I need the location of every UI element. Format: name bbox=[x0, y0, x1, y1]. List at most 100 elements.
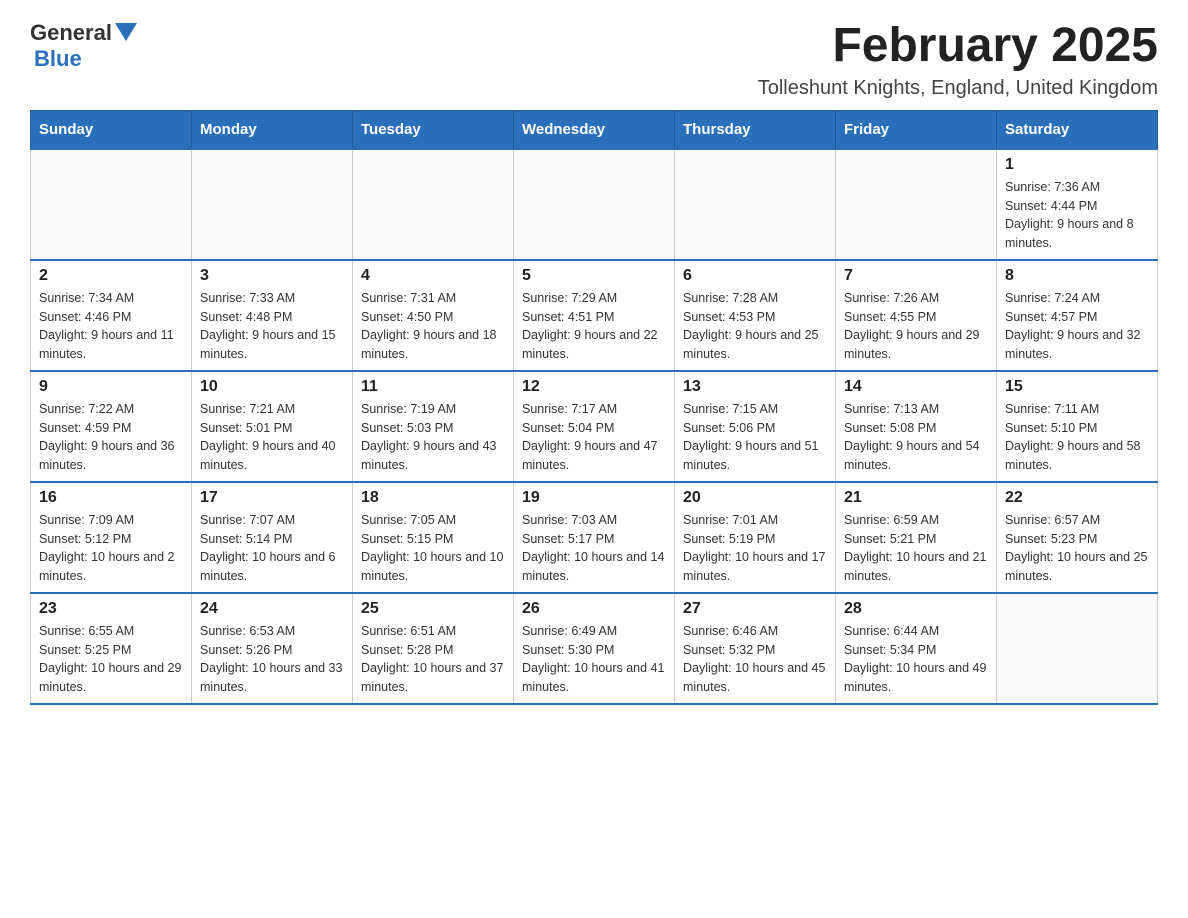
table-row: 22 Sunrise: 6:57 AMSunset: 5:23 PMDayligh… bbox=[997, 482, 1158, 593]
day-info: Sunrise: 7:21 AMSunset: 5:01 PMDaylight:… bbox=[200, 400, 344, 475]
day-info: Sunrise: 7:31 AMSunset: 4:50 PMDaylight:… bbox=[361, 289, 505, 364]
calendar-header-row: Sunday Monday Tuesday Wednesday Thursday… bbox=[31, 110, 1158, 149]
day-info: Sunrise: 6:53 AMSunset: 5:26 PMDaylight:… bbox=[200, 622, 344, 697]
title-block: February 2025 Tolleshunt Knights, Englan… bbox=[758, 20, 1158, 100]
day-info: Sunrise: 7:28 AMSunset: 4:53 PMDaylight:… bbox=[683, 289, 827, 364]
day-number: 13 bbox=[683, 378, 827, 396]
table-row: 12Sunrise: 7:17 AMSunset: 5:04 PMDayligh… bbox=[514, 371, 675, 482]
table-row: 8 Sunrise: 7:24 AMSunset: 4:57 PMDaylight… bbox=[997, 260, 1158, 371]
day-number: 28 bbox=[844, 600, 988, 618]
day-number: 4 bbox=[361, 267, 505, 285]
table-row: 24 Sunrise: 6:53 AMSunset: 5:26 PMDayligh… bbox=[192, 593, 353, 704]
day-info: Sunrise: 7:03 AMSunset: 5:17 PMDaylight:… bbox=[522, 511, 666, 586]
logo-blue: Blue bbox=[34, 46, 82, 72]
day-number: 5 bbox=[522, 267, 666, 285]
table-row bbox=[353, 149, 514, 260]
logo: General Blue bbox=[30, 20, 137, 72]
day-number: 12 bbox=[522, 378, 666, 396]
day-info: Sunrise: 7:09 AMSunset: 5:12 PMDaylight:… bbox=[39, 511, 183, 586]
calendar-week-row: 2Sunrise: 7:34 AMSunset: 4:46 PMDaylight… bbox=[31, 260, 1158, 371]
page-header: General Blue February 2025 Tolleshunt Kn… bbox=[30, 20, 1158, 100]
table-row: 26 Sunrise: 6:49 AMSunset: 5:30 PMDayligh… bbox=[514, 593, 675, 704]
day-number: 21 bbox=[844, 489, 988, 507]
table-row bbox=[675, 149, 836, 260]
day-info: Sunrise: 6:51 AMSunset: 5:28 PMDaylight:… bbox=[361, 622, 505, 697]
table-row bbox=[514, 149, 675, 260]
day-number: 9 bbox=[39, 378, 183, 396]
location: Tolleshunt Knights, England, United King… bbox=[758, 77, 1158, 100]
table-row: 11 Sunrise: 7:19 AMSunset: 5:03 PMDayligh… bbox=[353, 371, 514, 482]
table-row: 20 Sunrise: 7:01 AMSunset: 5:19 PMDayligh… bbox=[675, 482, 836, 593]
table-row bbox=[836, 149, 997, 260]
table-row: 17 Sunrise: 7:07 AMSunset: 5:14 PMDayligh… bbox=[192, 482, 353, 593]
col-saturday: Saturday bbox=[997, 110, 1158, 149]
logo-triangle-icon bbox=[115, 23, 137, 41]
day-info: Sunrise: 7:01 AMSunset: 5:19 PMDaylight:… bbox=[683, 511, 827, 586]
table-row: 2Sunrise: 7:34 AMSunset: 4:46 PMDaylight… bbox=[31, 260, 192, 371]
col-sunday: Sunday bbox=[31, 110, 192, 149]
table-row: 27 Sunrise: 6:46 AMSunset: 5:32 PMDayligh… bbox=[675, 593, 836, 704]
col-tuesday: Tuesday bbox=[353, 110, 514, 149]
day-number: 25 bbox=[361, 600, 505, 618]
calendar-table: Sunday Monday Tuesday Wednesday Thursday… bbox=[30, 110, 1158, 705]
month-title: February 2025 bbox=[758, 20, 1158, 73]
day-number: 22 bbox=[1005, 489, 1149, 507]
table-row: 19 Sunrise: 7:03 AMSunset: 5:17 PMDayligh… bbox=[514, 482, 675, 593]
day-info: Sunrise: 7:13 AMSunset: 5:08 PMDaylight:… bbox=[844, 400, 988, 475]
day-info: Sunrise: 7:19 AMSunset: 5:03 PMDaylight:… bbox=[361, 400, 505, 475]
day-number: 3 bbox=[200, 267, 344, 285]
day-info: Sunrise: 7:22 AMSunset: 4:59 PMDaylight:… bbox=[39, 400, 183, 475]
day-number: 10 bbox=[200, 378, 344, 396]
table-row: 3 Sunrise: 7:33 AMSunset: 4:48 PMDaylight… bbox=[192, 260, 353, 371]
table-row: 28 Sunrise: 6:44 AMSunset: 5:34 PMDayligh… bbox=[836, 593, 997, 704]
day-number: 6 bbox=[683, 267, 827, 285]
day-number: 8 bbox=[1005, 267, 1149, 285]
day-info: Sunrise: 7:15 AMSunset: 5:06 PMDaylight:… bbox=[683, 400, 827, 475]
table-row bbox=[192, 149, 353, 260]
day-info: Sunrise: 6:59 AMSunset: 5:21 PMDaylight:… bbox=[844, 511, 988, 586]
calendar-week-row: 1Sunrise: 7:36 AMSunset: 4:44 PMDaylight… bbox=[31, 149, 1158, 260]
table-row: 21 Sunrise: 6:59 AMSunset: 5:21 PMDayligh… bbox=[836, 482, 997, 593]
logo-general: General bbox=[30, 20, 112, 46]
day-number: 14 bbox=[844, 378, 988, 396]
calendar-week-row: 9 Sunrise: 7:22 AMSunset: 4:59 PMDaylight… bbox=[31, 371, 1158, 482]
table-row: 7Sunrise: 7:26 AMSunset: 4:55 PMDaylight… bbox=[836, 260, 997, 371]
day-info: Sunrise: 7:11 AMSunset: 5:10 PMDaylight:… bbox=[1005, 400, 1149, 475]
table-row bbox=[31, 149, 192, 260]
day-info: Sunrise: 6:46 AMSunset: 5:32 PMDaylight:… bbox=[683, 622, 827, 697]
day-info: Sunrise: 7:07 AMSunset: 5:14 PMDaylight:… bbox=[200, 511, 344, 586]
day-info: Sunrise: 7:05 AMSunset: 5:15 PMDaylight:… bbox=[361, 511, 505, 586]
day-number: 23 bbox=[39, 600, 183, 618]
day-info: Sunrise: 6:57 AMSunset: 5:23 PMDaylight:… bbox=[1005, 511, 1149, 586]
col-thursday: Thursday bbox=[675, 110, 836, 149]
day-number: 15 bbox=[1005, 378, 1149, 396]
table-row: 23 Sunrise: 6:55 AMSunset: 5:25 PMDayligh… bbox=[31, 593, 192, 704]
table-row: 25 Sunrise: 6:51 AMSunset: 5:28 PMDayligh… bbox=[353, 593, 514, 704]
day-number: 19 bbox=[522, 489, 666, 507]
table-row: 5 Sunrise: 7:29 AMSunset: 4:51 PMDaylight… bbox=[514, 260, 675, 371]
day-number: 26 bbox=[522, 600, 666, 618]
day-number: 11 bbox=[361, 378, 505, 396]
day-info: Sunrise: 6:49 AMSunset: 5:30 PMDaylight:… bbox=[522, 622, 666, 697]
day-info: Sunrise: 7:33 AMSunset: 4:48 PMDaylight:… bbox=[200, 289, 344, 364]
table-row bbox=[997, 593, 1158, 704]
day-number: 27 bbox=[683, 600, 827, 618]
day-number: 16 bbox=[39, 489, 183, 507]
table-row: 15 Sunrise: 7:11 AMSunset: 5:10 PMDayligh… bbox=[997, 371, 1158, 482]
day-number: 18 bbox=[361, 489, 505, 507]
table-row: 18 Sunrise: 7:05 AMSunset: 5:15 PMDayligh… bbox=[353, 482, 514, 593]
calendar-week-row: 23 Sunrise: 6:55 AMSunset: 5:25 PMDayligh… bbox=[31, 593, 1158, 704]
day-number: 17 bbox=[200, 489, 344, 507]
day-info: Sunrise: 7:29 AMSunset: 4:51 PMDaylight:… bbox=[522, 289, 666, 364]
day-info: Sunrise: 6:55 AMSunset: 5:25 PMDaylight:… bbox=[39, 622, 183, 697]
day-info: Sunrise: 7:26 AMSunset: 4:55 PMDaylight:… bbox=[844, 289, 988, 364]
day-number: 20 bbox=[683, 489, 827, 507]
col-wednesday: Wednesday bbox=[514, 110, 675, 149]
table-row: 13 Sunrise: 7:15 AMSunset: 5:06 PMDayligh… bbox=[675, 371, 836, 482]
table-row: 1Sunrise: 7:36 AMSunset: 4:44 PMDaylight… bbox=[997, 149, 1158, 260]
day-number: 24 bbox=[200, 600, 344, 618]
day-info: Sunrise: 7:34 AMSunset: 4:46 PMDaylight:… bbox=[39, 289, 183, 364]
day-info: Sunrise: 7:24 AMSunset: 4:57 PMDaylight:… bbox=[1005, 289, 1149, 364]
day-info: Sunrise: 6:44 AMSunset: 5:34 PMDaylight:… bbox=[844, 622, 988, 697]
calendar-week-row: 16 Sunrise: 7:09 AMSunset: 5:12 PMDayligh… bbox=[31, 482, 1158, 593]
